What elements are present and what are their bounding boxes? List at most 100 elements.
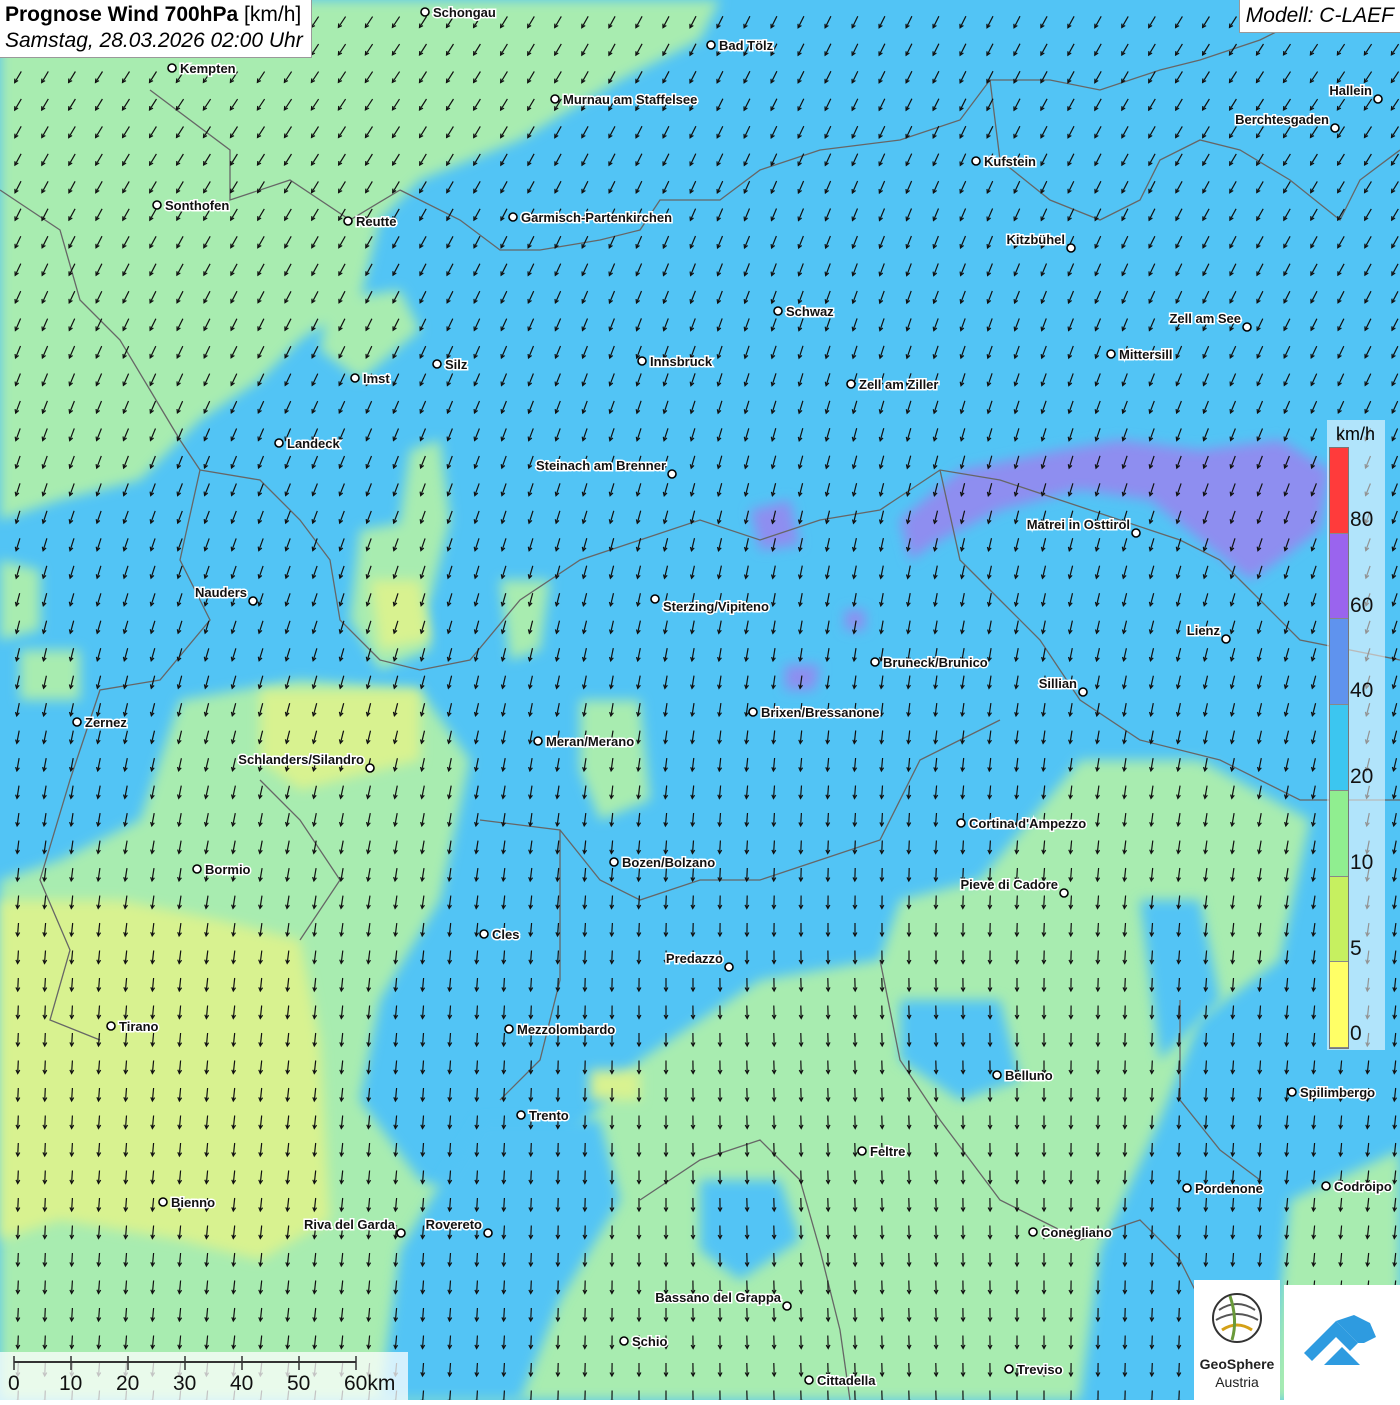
city-dot: [344, 217, 352, 225]
city-label: Spilimbergo: [1300, 1085, 1375, 1100]
city-dot: [480, 930, 488, 938]
city-label: Pieve di Cadore: [960, 877, 1058, 892]
city-label: Brixen/Bressanone: [761, 705, 880, 720]
city-label: Lienz: [1187, 623, 1221, 638]
city-label: Nauders: [195, 585, 247, 600]
city-label: Kitzbühel: [1007, 232, 1066, 247]
city-label: Cittadella: [817, 1373, 876, 1388]
legend-swatch: [1330, 877, 1348, 963]
city-dot: [1331, 124, 1339, 132]
city-dot: [1107, 350, 1115, 358]
city-label: Innsbruck: [650, 354, 713, 369]
city-dot: [871, 658, 879, 666]
scale-label: 20: [116, 1372, 139, 1396]
legend-label: 10: [1350, 851, 1373, 875]
city-dot: [534, 737, 542, 745]
legend-label: 5: [1350, 937, 1362, 961]
city-marker: Zell am Ziller: [847, 377, 938, 392]
city-label: Schongau: [433, 5, 496, 20]
weather-app-logo-icon: [1284, 1285, 1400, 1400]
city-marker: Innsbruck: [638, 354, 713, 369]
scale-label: 30: [173, 1372, 196, 1396]
scale-label: 60km: [344, 1372, 395, 1396]
city-marker: Bozen/Bolzano: [610, 855, 715, 870]
city-label: Reutte: [356, 214, 396, 229]
legend-label: 20: [1350, 765, 1373, 789]
geosphere-name: GeoSphere: [1194, 1356, 1280, 1372]
city-label: Tirano: [119, 1019, 159, 1034]
city-dot: [193, 865, 201, 873]
city-dot: [275, 439, 283, 447]
city-label: Zernez: [85, 715, 127, 730]
legend-swatch: [1330, 534, 1348, 620]
city-dot: [551, 95, 559, 103]
city-label: Pordenone: [1195, 1181, 1263, 1196]
city-dot: [725, 963, 733, 971]
city-dot: [484, 1229, 492, 1237]
city-dot: [249, 597, 257, 605]
city-dot: [1322, 1182, 1330, 1190]
geosphere-logo-icon: [1194, 1280, 1280, 1356]
city-marker: Brixen/Bressanone: [749, 705, 880, 720]
city-label: Schlanders/Silandro: [238, 752, 364, 767]
city-dot: [168, 64, 176, 72]
city-marker: Cortina d'Ampezzo: [957, 816, 1086, 831]
city-label: Cles: [492, 927, 519, 942]
city-dot: [610, 858, 618, 866]
city-label: Silz: [445, 357, 468, 372]
city-dot: [957, 819, 965, 827]
map-unit: [km/h]: [244, 3, 301, 26]
city-label: Sillian: [1039, 676, 1077, 691]
city-label: Murnau am Staffelsee: [563, 92, 697, 107]
city-marker: Pordenone: [1183, 1181, 1263, 1196]
city-dot: [1079, 688, 1087, 696]
city-dot: [638, 357, 646, 365]
city-label: Mezzolombardo: [517, 1022, 615, 1037]
city-marker: Sonthofen: [153, 198, 229, 213]
city-dot: [159, 1198, 167, 1206]
legend-swatch: [1330, 962, 1348, 1048]
city-label: Schio: [632, 1334, 667, 1349]
city-label: Berchtesgaden: [1235, 112, 1329, 127]
model-label: Modell: C-LAEF: [1239, 0, 1400, 33]
city-label: Conegliano: [1041, 1225, 1112, 1240]
city-label: Mittersill: [1119, 347, 1172, 362]
city-dot: [1060, 889, 1068, 897]
city-label: Sterzing/Vipiteno: [663, 599, 769, 614]
city-dot: [351, 374, 359, 382]
city-label: Treviso: [1017, 1362, 1063, 1377]
legend-label: 0: [1350, 1022, 1362, 1046]
legend-label: 40: [1350, 679, 1373, 703]
weather-app-logo: [1284, 1285, 1400, 1400]
wind-forecast-map: SchongauBad TölzKemptenMurnau am Staffel…: [0, 0, 1400, 1400]
city-label: Matrei in Osttirol: [1027, 517, 1130, 532]
city-dot: [421, 8, 429, 16]
city-marker: Schongau: [421, 5, 496, 20]
city-label: Steinach am Brenner: [536, 458, 666, 473]
city-dot: [783, 1302, 791, 1310]
city-label: Imst: [363, 371, 390, 386]
city-label: Rovereto: [426, 1217, 482, 1232]
city-label: Kufstein: [984, 154, 1036, 169]
city-marker: Spilimbergo: [1288, 1085, 1375, 1100]
city-label: Bad Tölz: [719, 38, 774, 53]
city-dot: [805, 1376, 813, 1384]
legend-unit: km/h: [1336, 424, 1375, 445]
city-dot: [774, 307, 782, 315]
city-dot: [668, 470, 676, 478]
city-label: Codroipo: [1334, 1179, 1392, 1194]
city-dot: [153, 201, 161, 209]
city-dot: [847, 380, 855, 388]
city-label: Riva del Garda: [304, 1217, 396, 1232]
city-label: Sonthofen: [165, 198, 229, 213]
forecast-date: Samstag, 28.03.2026 02:00 Uhr: [5, 29, 303, 53]
title-box: Prognose Wind 700hPa [km/h] Samstag, 28.…: [0, 0, 312, 58]
city-label: Schwaz: [786, 304, 834, 319]
city-dot: [993, 1071, 1001, 1079]
city-label: Belluno: [1005, 1068, 1053, 1083]
title-line: Prognose Wind 700hPa [km/h]: [5, 3, 303, 27]
city-label: Zell am See: [1169, 311, 1241, 326]
city-label: Cortina d'Ampezzo: [969, 816, 1086, 831]
legend-color-bar: [1329, 447, 1349, 1049]
city-dot: [107, 1022, 115, 1030]
